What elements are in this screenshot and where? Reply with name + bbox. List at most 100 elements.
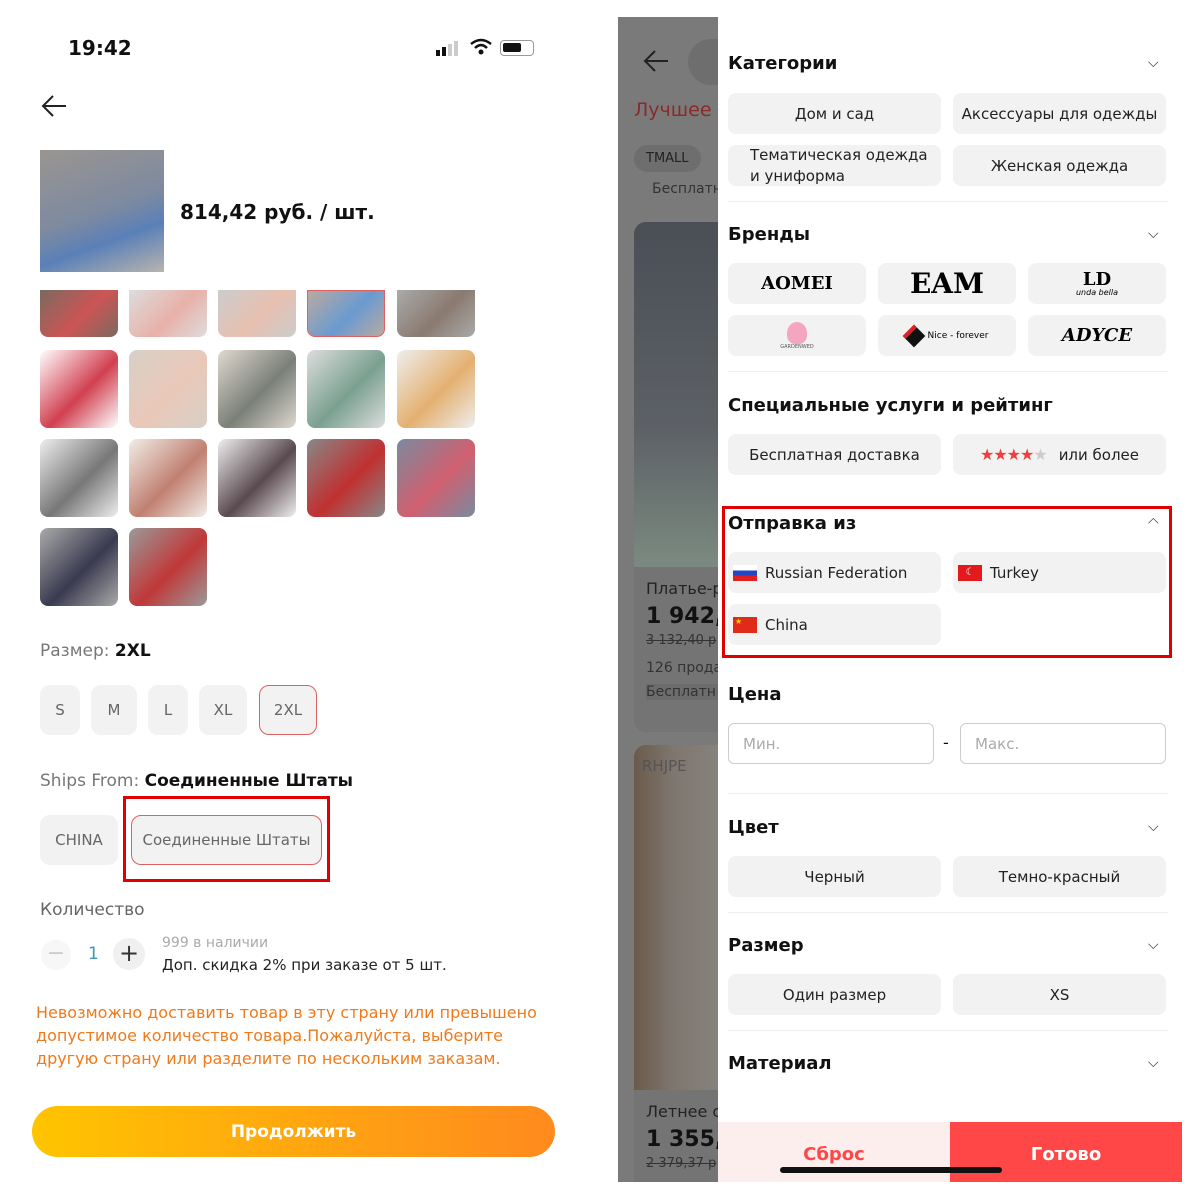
price-dash: -	[943, 733, 949, 752]
brand-logo-text: ADYCE	[1061, 325, 1133, 346]
product-variant-thumbnail[interactable]	[129, 439, 207, 517]
bg-tmall: TMALL	[634, 145, 701, 172]
product-variant-thumbnail[interactable]	[307, 439, 385, 517]
wifi-icon	[470, 38, 492, 61]
bg-item2-brand: RHJPE	[642, 757, 687, 775]
size-label: Размер: 2XL	[40, 641, 151, 661]
size-2xl[interactable]: 2XL	[259, 685, 317, 735]
product-price: 814,42 руб. / шт.	[180, 200, 375, 224]
free-shipping-chip[interactable]: Бесплатная доставка	[728, 434, 941, 475]
product-variant-thumbnail[interactable]	[40, 290, 118, 337]
brand-logo-text: Nice - forever	[927, 330, 989, 341]
quantity-value[interactable]: 1	[88, 944, 99, 964]
brand-logo-text: EAM	[909, 267, 985, 300]
brand-gardenwed[interactable]: GARDENWED	[728, 315, 866, 356]
size-xl[interactable]: XL	[199, 685, 247, 735]
background-search-page: Лучшее с TMALL Бесплатн Платье-р 1 942,(…	[618, 17, 718, 1182]
brands-title: Бренды	[728, 224, 811, 245]
bg-item2-title: Летнее с	[646, 1102, 718, 1121]
divider	[728, 793, 1168, 794]
product-variant-thumbnail[interactable]	[397, 290, 475, 337]
bg-card-1: Платье-р 1 942,( 3 132,40 р 126 прода Бе…	[634, 222, 718, 732]
divider	[728, 371, 1168, 372]
size-chip[interactable]: XS	[953, 974, 1166, 1015]
product-variant-thumbnail[interactable]	[307, 290, 385, 337]
product-variant-thumbnail[interactable]	[218, 290, 296, 337]
stock-text: 999 в наличии	[162, 935, 269, 951]
product-variant-thumbnail[interactable]	[218, 439, 296, 517]
ships-from-label: Ships From: Соединенные Штаты	[40, 771, 353, 791]
category-chip[interactable]: Аксессуары для одежды	[953, 93, 1166, 134]
bg-free: Бесплатн	[652, 181, 718, 197]
size-l[interactable]: L	[148, 685, 188, 735]
product-variant-thumbnail[interactable]	[40, 350, 118, 428]
size-value: 2XL	[114, 641, 151, 661]
rating-chip[interactable]: ★★★★★ или более	[953, 434, 1166, 475]
delivery-error: Невозможно доставить товар в эту страну …	[36, 1003, 537, 1068]
signal-icon	[436, 40, 462, 56]
categories-title: Категории	[728, 53, 838, 74]
home-indicator	[780, 1167, 1002, 1173]
size-filter-title: Размер	[728, 935, 804, 956]
discount-text: Доп. скидка 2% при заказе от 5 шт.	[162, 956, 447, 974]
bg-search-field	[688, 39, 718, 85]
category-chip[interactable]: Дом и сад	[728, 93, 941, 134]
brand-nice-forever[interactable]: Nice - forever	[878, 315, 1016, 356]
product-variant-thumbnail[interactable]	[40, 439, 118, 517]
product-variant-thumbnail[interactable]	[129, 290, 207, 337]
brand-logo-subtext: unda bella	[1075, 287, 1118, 297]
continue-button[interactable]: Продолжить	[32, 1106, 555, 1157]
brand-adyce[interactable]: ADYCE	[1028, 315, 1166, 356]
quantity-label: Количество	[40, 900, 145, 920]
chevron-down-icon[interactable]: ⌵	[1148, 1055, 1159, 1071]
product-variant-thumbnail[interactable]	[129, 528, 207, 606]
chevron-down-icon[interactable]: ⌵	[1148, 226, 1159, 242]
product-variant-thumbnail[interactable]	[307, 350, 385, 428]
category-chip[interactable]: Тематическая одежда и униформа	[728, 145, 941, 186]
product-variant-thumbnail[interactable]	[40, 528, 118, 606]
reset-button[interactable]: Сброс	[718, 1122, 950, 1182]
bg-heading: Лучшее с	[634, 99, 718, 121]
bg-item2-old: 2 379,37 р	[646, 1156, 717, 1171]
divider	[728, 912, 1168, 913]
color-chip[interactable]: Черный	[728, 856, 941, 897]
size-s[interactable]: S	[40, 685, 80, 735]
bg-item2-price: 1 355,7	[646, 1127, 718, 1152]
gardenwed-logo-icon	[787, 321, 807, 344]
battery-icon	[500, 40, 534, 56]
product-variant-thumbnail[interactable]	[129, 350, 207, 428]
price-max-input[interactable]: Макс.	[960, 723, 1166, 764]
product-variant-thumbnail[interactable]	[218, 350, 296, 428]
product-variant-thumbnail[interactable]	[397, 350, 475, 428]
size-chip[interactable]: Один размер	[728, 974, 941, 1015]
bg-item1-sold: 126 прода	[646, 660, 718, 676]
brand-ld[interactable]: LD unda bella	[1028, 263, 1166, 304]
product-main-image	[40, 150, 164, 272]
divider	[728, 1030, 1168, 1031]
brand-aomei[interactable]: AOMEI	[728, 263, 866, 304]
bg-item1-price: 1 942,(	[646, 604, 718, 629]
size-label-text: Размер:	[40, 641, 115, 661]
product-variant-thumbnail[interactable]	[397, 439, 475, 517]
size-m[interactable]: M	[91, 685, 137, 735]
quantity-minus-button[interactable]: −	[41, 940, 71, 970]
ship-option-china[interactable]: CHINA	[40, 815, 118, 865]
chevron-down-icon[interactable]: ⌵	[1148, 819, 1159, 835]
color-title: Цвет	[728, 817, 779, 838]
brand-logo-text: GARDENWED	[780, 343, 814, 350]
material-title: Материал	[728, 1053, 832, 1074]
category-chip[interactable]: Женская одежда	[953, 145, 1166, 186]
back-arrow-icon[interactable]	[40, 92, 68, 124]
ships-from-value: Соединенные Штаты	[144, 771, 354, 791]
brand-eam[interactable]: EAM	[878, 263, 1016, 304]
color-chip[interactable]: Темно-красный	[953, 856, 1166, 897]
done-button[interactable]: Готово	[950, 1122, 1182, 1182]
price-min-input[interactable]: Мин.	[728, 723, 934, 764]
chevron-down-icon[interactable]: ⌵	[1148, 55, 1159, 71]
status-time: 19:42	[68, 36, 132, 60]
quantity-plus-button[interactable]: +	[113, 938, 145, 970]
highlight-box	[722, 506, 1172, 658]
divider	[728, 201, 1168, 202]
bg-card-2: RHJPE Летнее с 1 355,7 2 379,37 р	[634, 745, 718, 1182]
chevron-down-icon[interactable]: ⌵	[1148, 937, 1159, 953]
